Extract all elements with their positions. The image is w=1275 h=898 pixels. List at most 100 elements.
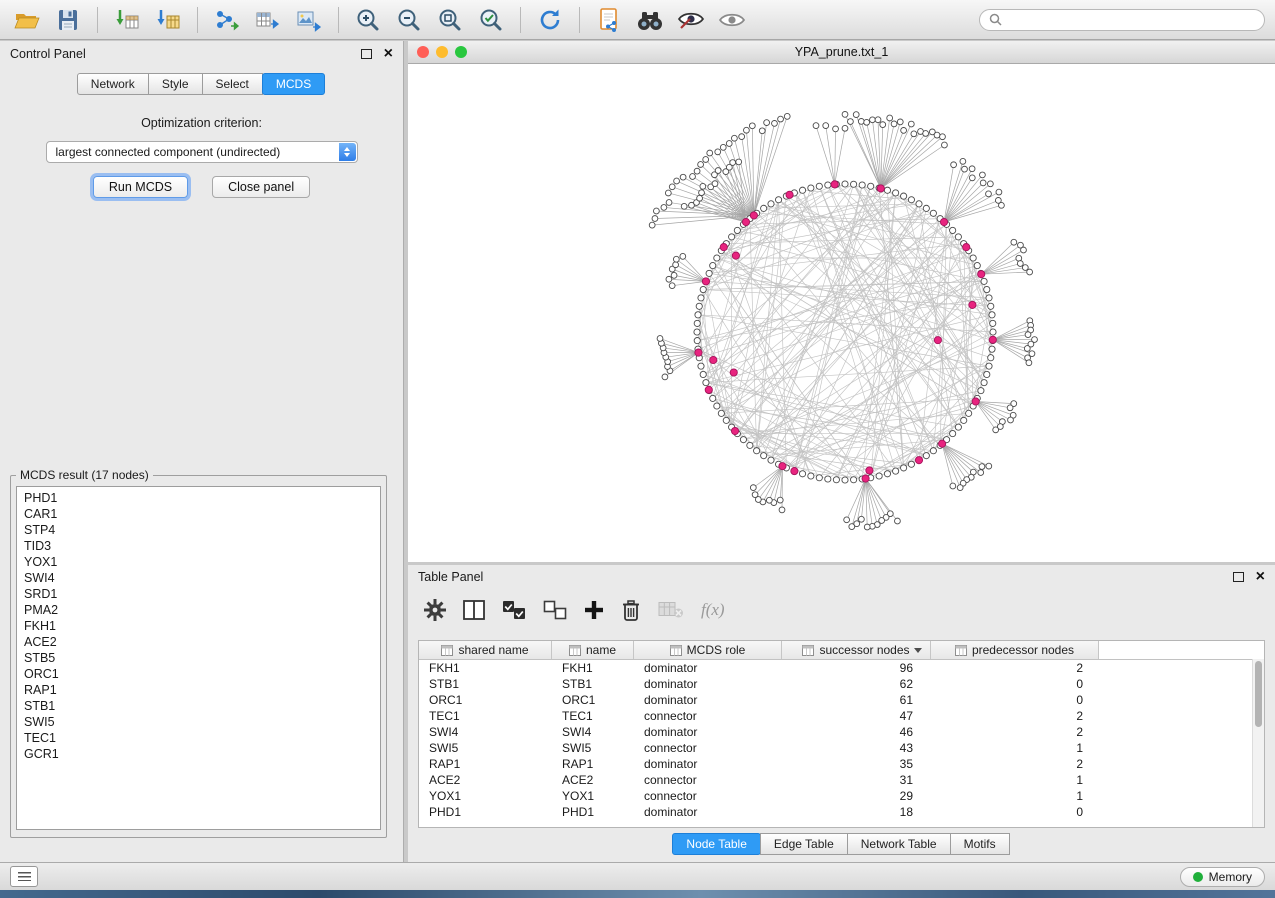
tab-node-table[interactable]: Node Table xyxy=(672,833,761,855)
table-cell[interactable]: SWI4 xyxy=(552,725,634,739)
mcds-result-item[interactable]: PMA2 xyxy=(24,602,373,618)
table-row[interactable]: RAP1RAP1dominator352 xyxy=(419,756,1264,772)
table-cell[interactable]: 35 xyxy=(782,757,931,771)
tab-motifs[interactable]: Motifs xyxy=(950,833,1010,855)
mcds-result-item[interactable]: STP4 xyxy=(24,522,373,538)
table-cell[interactable]: STB1 xyxy=(419,677,552,691)
search-input[interactable] xyxy=(1007,12,1255,28)
zoom-fit-button[interactable] xyxy=(433,5,467,35)
table-cell[interactable]: ACE2 xyxy=(552,773,634,787)
gear-icon[interactable] xyxy=(424,599,446,621)
table-cell[interactable]: PHD1 xyxy=(552,805,634,819)
mcds-result-item[interactable]: ORC1 xyxy=(24,666,373,682)
table-cell[interactable]: 31 xyxy=(782,773,931,787)
table-cell[interactable]: 61 xyxy=(782,693,931,707)
table-cell[interactable]: dominator xyxy=(634,661,782,675)
mcds-result-item[interactable]: GCR1 xyxy=(24,746,373,762)
mcds-result-list[interactable]: PHD1CAR1STP4TID3YOX1SWI4SRD1PMA2FKH1ACE2… xyxy=(16,486,381,830)
table-cell[interactable]: dominator xyxy=(634,805,782,819)
table-cell[interactable]: 1 xyxy=(931,741,1099,755)
column-header-predecessor-nodes[interactable]: predecessor nodes xyxy=(931,641,1099,659)
tab-style[interactable]: Style xyxy=(148,73,203,95)
table-cell[interactable]: 1 xyxy=(931,773,1099,787)
table-cell[interactable]: 43 xyxy=(782,741,931,755)
maximize-window-icon[interactable] xyxy=(455,46,467,58)
column-header-successor-nodes[interactable]: successor nodes xyxy=(782,641,931,659)
table-cell[interactable]: 2 xyxy=(931,661,1099,675)
table-row[interactable]: SWI5SWI5connector431 xyxy=(419,740,1264,756)
show-graphics-details-button[interactable] xyxy=(715,5,749,35)
table-cell[interactable]: YOX1 xyxy=(552,789,634,803)
column-header-mcds-role[interactable]: MCDS role xyxy=(634,641,782,659)
table-cell[interactable]: 2 xyxy=(931,709,1099,723)
search-box[interactable] xyxy=(979,9,1265,31)
table-row[interactable]: SWI4SWI4dominator462 xyxy=(419,724,1264,740)
table-row[interactable]: FKH1FKH1dominator962 xyxy=(419,660,1264,676)
table-scrollbar[interactable] xyxy=(1252,659,1264,827)
task-history-button[interactable] xyxy=(10,866,38,887)
table-cell[interactable]: ORC1 xyxy=(552,693,634,707)
table-cell[interactable]: 46 xyxy=(782,725,931,739)
zoom-selected-button[interactable] xyxy=(474,5,508,35)
table-cell[interactable]: connector xyxy=(634,773,782,787)
table-cell[interactable]: 2 xyxy=(931,725,1099,739)
mcds-result-item[interactable]: STB1 xyxy=(24,698,373,714)
import-table-button[interactable] xyxy=(151,5,185,35)
table-scrollbar-thumb[interactable] xyxy=(1255,661,1262,727)
mcds-result-item[interactable]: SRD1 xyxy=(24,586,373,602)
mcds-result-item[interactable]: CAR1 xyxy=(24,506,373,522)
table-cell[interactable]: 29 xyxy=(782,789,931,803)
sort-descending-icon[interactable] xyxy=(914,648,922,653)
export-table-button[interactable] xyxy=(251,5,285,35)
zoom-in-button[interactable] xyxy=(351,5,385,35)
float-panel-icon[interactable] xyxy=(361,49,372,59)
import-network-button[interactable] xyxy=(110,5,144,35)
table-cell[interactable]: 47 xyxy=(782,709,931,723)
table-cell[interactable]: dominator xyxy=(634,677,782,691)
table-cell[interactable]: 0 xyxy=(931,693,1099,707)
table-cell[interactable]: dominator xyxy=(634,693,782,707)
network-window-titlebar[interactable]: YPA_prune.txt_1 xyxy=(408,41,1275,64)
table-cell[interactable]: ACE2 xyxy=(419,773,552,787)
memory-button[interactable]: Memory xyxy=(1180,867,1265,887)
clone-network-button[interactable] xyxy=(592,5,626,35)
run-mcds-button[interactable]: Run MCDS xyxy=(93,176,188,198)
delete-column-icon[interactable] xyxy=(621,599,641,621)
mcds-result-item[interactable]: SWI5 xyxy=(24,714,373,730)
table-cell[interactable]: FKH1 xyxy=(419,661,552,675)
close-table-panel-icon[interactable]: × xyxy=(1256,570,1265,584)
open-file-button[interactable] xyxy=(10,5,44,35)
mcds-result-item[interactable]: STB5 xyxy=(24,650,373,666)
table-cell[interactable]: TEC1 xyxy=(419,709,552,723)
table-cell[interactable]: connector xyxy=(634,789,782,803)
mcds-result-item[interactable]: TID3 xyxy=(24,538,373,554)
table-cell[interactable]: TEC1 xyxy=(552,709,634,723)
select-all-icon[interactable] xyxy=(502,600,526,620)
mcds-result-item[interactable]: SWI4 xyxy=(24,570,373,586)
table-row[interactable]: ACE2ACE2connector311 xyxy=(419,772,1264,788)
table-row[interactable]: PHD1PHD1dominator180 xyxy=(419,804,1264,820)
table-cell[interactable]: 0 xyxy=(931,805,1099,819)
table-row[interactable]: TEC1TEC1connector472 xyxy=(419,708,1264,724)
minimize-window-icon[interactable] xyxy=(436,46,448,58)
table-cell[interactable]: 2 xyxy=(931,757,1099,771)
table-cell[interactable]: 1 xyxy=(931,789,1099,803)
table-cell[interactable]: SWI5 xyxy=(552,741,634,755)
table-cell[interactable]: STB1 xyxy=(552,677,634,691)
table-cell[interactable]: dominator xyxy=(634,757,782,771)
mcds-result-item[interactable]: PHD1 xyxy=(24,490,373,506)
tab-network[interactable]: Network xyxy=(77,73,149,95)
table-cell[interactable]: RAP1 xyxy=(419,757,552,771)
close-window-icon[interactable] xyxy=(417,46,429,58)
hide-graphics-details-button[interactable] xyxy=(674,5,708,35)
save-session-button[interactable] xyxy=(51,5,85,35)
optimization-select[interactable]: largest connected component (undirected) xyxy=(46,141,358,163)
tab-select[interactable]: Select xyxy=(202,73,263,95)
column-header-shared-name[interactable]: shared name xyxy=(419,641,552,659)
table-cell[interactable]: ORC1 xyxy=(419,693,552,707)
table-row[interactable]: STB1STB1dominator620 xyxy=(419,676,1264,692)
network-graph[interactable] xyxy=(408,64,1275,562)
mcds-result-item[interactable]: RAP1 xyxy=(24,682,373,698)
table-cell[interactable]: YOX1 xyxy=(419,789,552,803)
table-cell[interactable]: 96 xyxy=(782,661,931,675)
